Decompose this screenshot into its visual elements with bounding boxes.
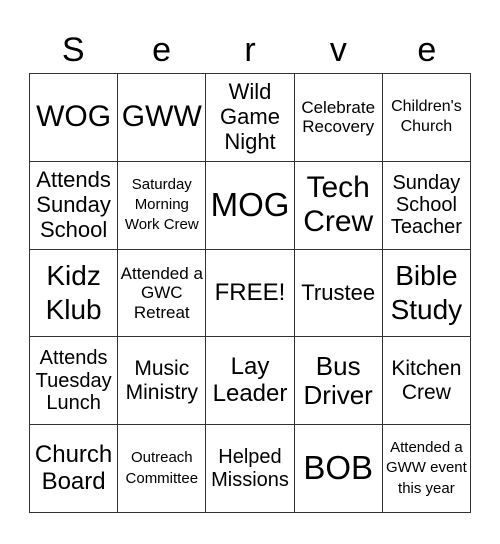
title-letter: v: [329, 31, 347, 69]
bingo-cell[interactable]: Attends Tuesday Lunch: [30, 337, 119, 426]
bingo-cell[interactable]: Saturday Morning Work Crew: [118, 161, 207, 250]
title-letter: S: [61, 31, 85, 69]
title-letter: e: [152, 31, 172, 69]
bingo-board: WOG GWW Wild Game Night Celebrate Recove…: [29, 73, 471, 513]
bingo-cell[interactable]: BOB: [294, 425, 383, 513]
bingo-cell[interactable]: GWW: [118, 74, 207, 162]
bingo-cell[interactable]: Sunday School Teacher: [382, 161, 471, 250]
bingo-cell[interactable]: Lay Leader: [206, 337, 295, 426]
bingo-cell[interactable]: Attends Sunday School: [30, 161, 119, 250]
bingo-cell[interactable]: Music Ministry: [118, 337, 207, 426]
bingo-cell[interactable]: WOG: [30, 74, 119, 162]
title-letter: e: [417, 31, 437, 69]
bingo-cell[interactable]: Bible Study: [382, 249, 471, 338]
bingo-cell[interactable]: Outreach Committee: [118, 425, 207, 513]
bingo-cell[interactable]: Children's Church: [382, 74, 471, 162]
bingo-cell[interactable]: MOG: [206, 161, 295, 250]
bingo-cell[interactable]: Kidz Klub: [30, 249, 119, 338]
bingo-cell[interactable]: Bus Driver: [294, 337, 383, 426]
bingo-cell[interactable]: Attended a GWW event this year: [382, 425, 471, 513]
free-space[interactable]: FREE!: [206, 249, 295, 338]
bingo-cell[interactable]: Tech Crew: [294, 161, 383, 250]
bingo-cell[interactable]: Helped Missions: [206, 425, 295, 513]
bingo-cell[interactable]: Attended a GWC Retreat: [118, 249, 207, 338]
bingo-cell[interactable]: Church Board: [30, 425, 119, 513]
bingo-cell[interactable]: Trustee: [294, 249, 383, 338]
bingo-title: S e r v e: [29, 28, 471, 72]
title-letter: r: [244, 31, 256, 69]
bingo-cell[interactable]: Wild Game Night: [206, 74, 295, 162]
bingo-cell[interactable]: Celebrate Recovery: [294, 74, 383, 162]
bingo-cell[interactable]: Kitchen Crew: [382, 337, 471, 426]
